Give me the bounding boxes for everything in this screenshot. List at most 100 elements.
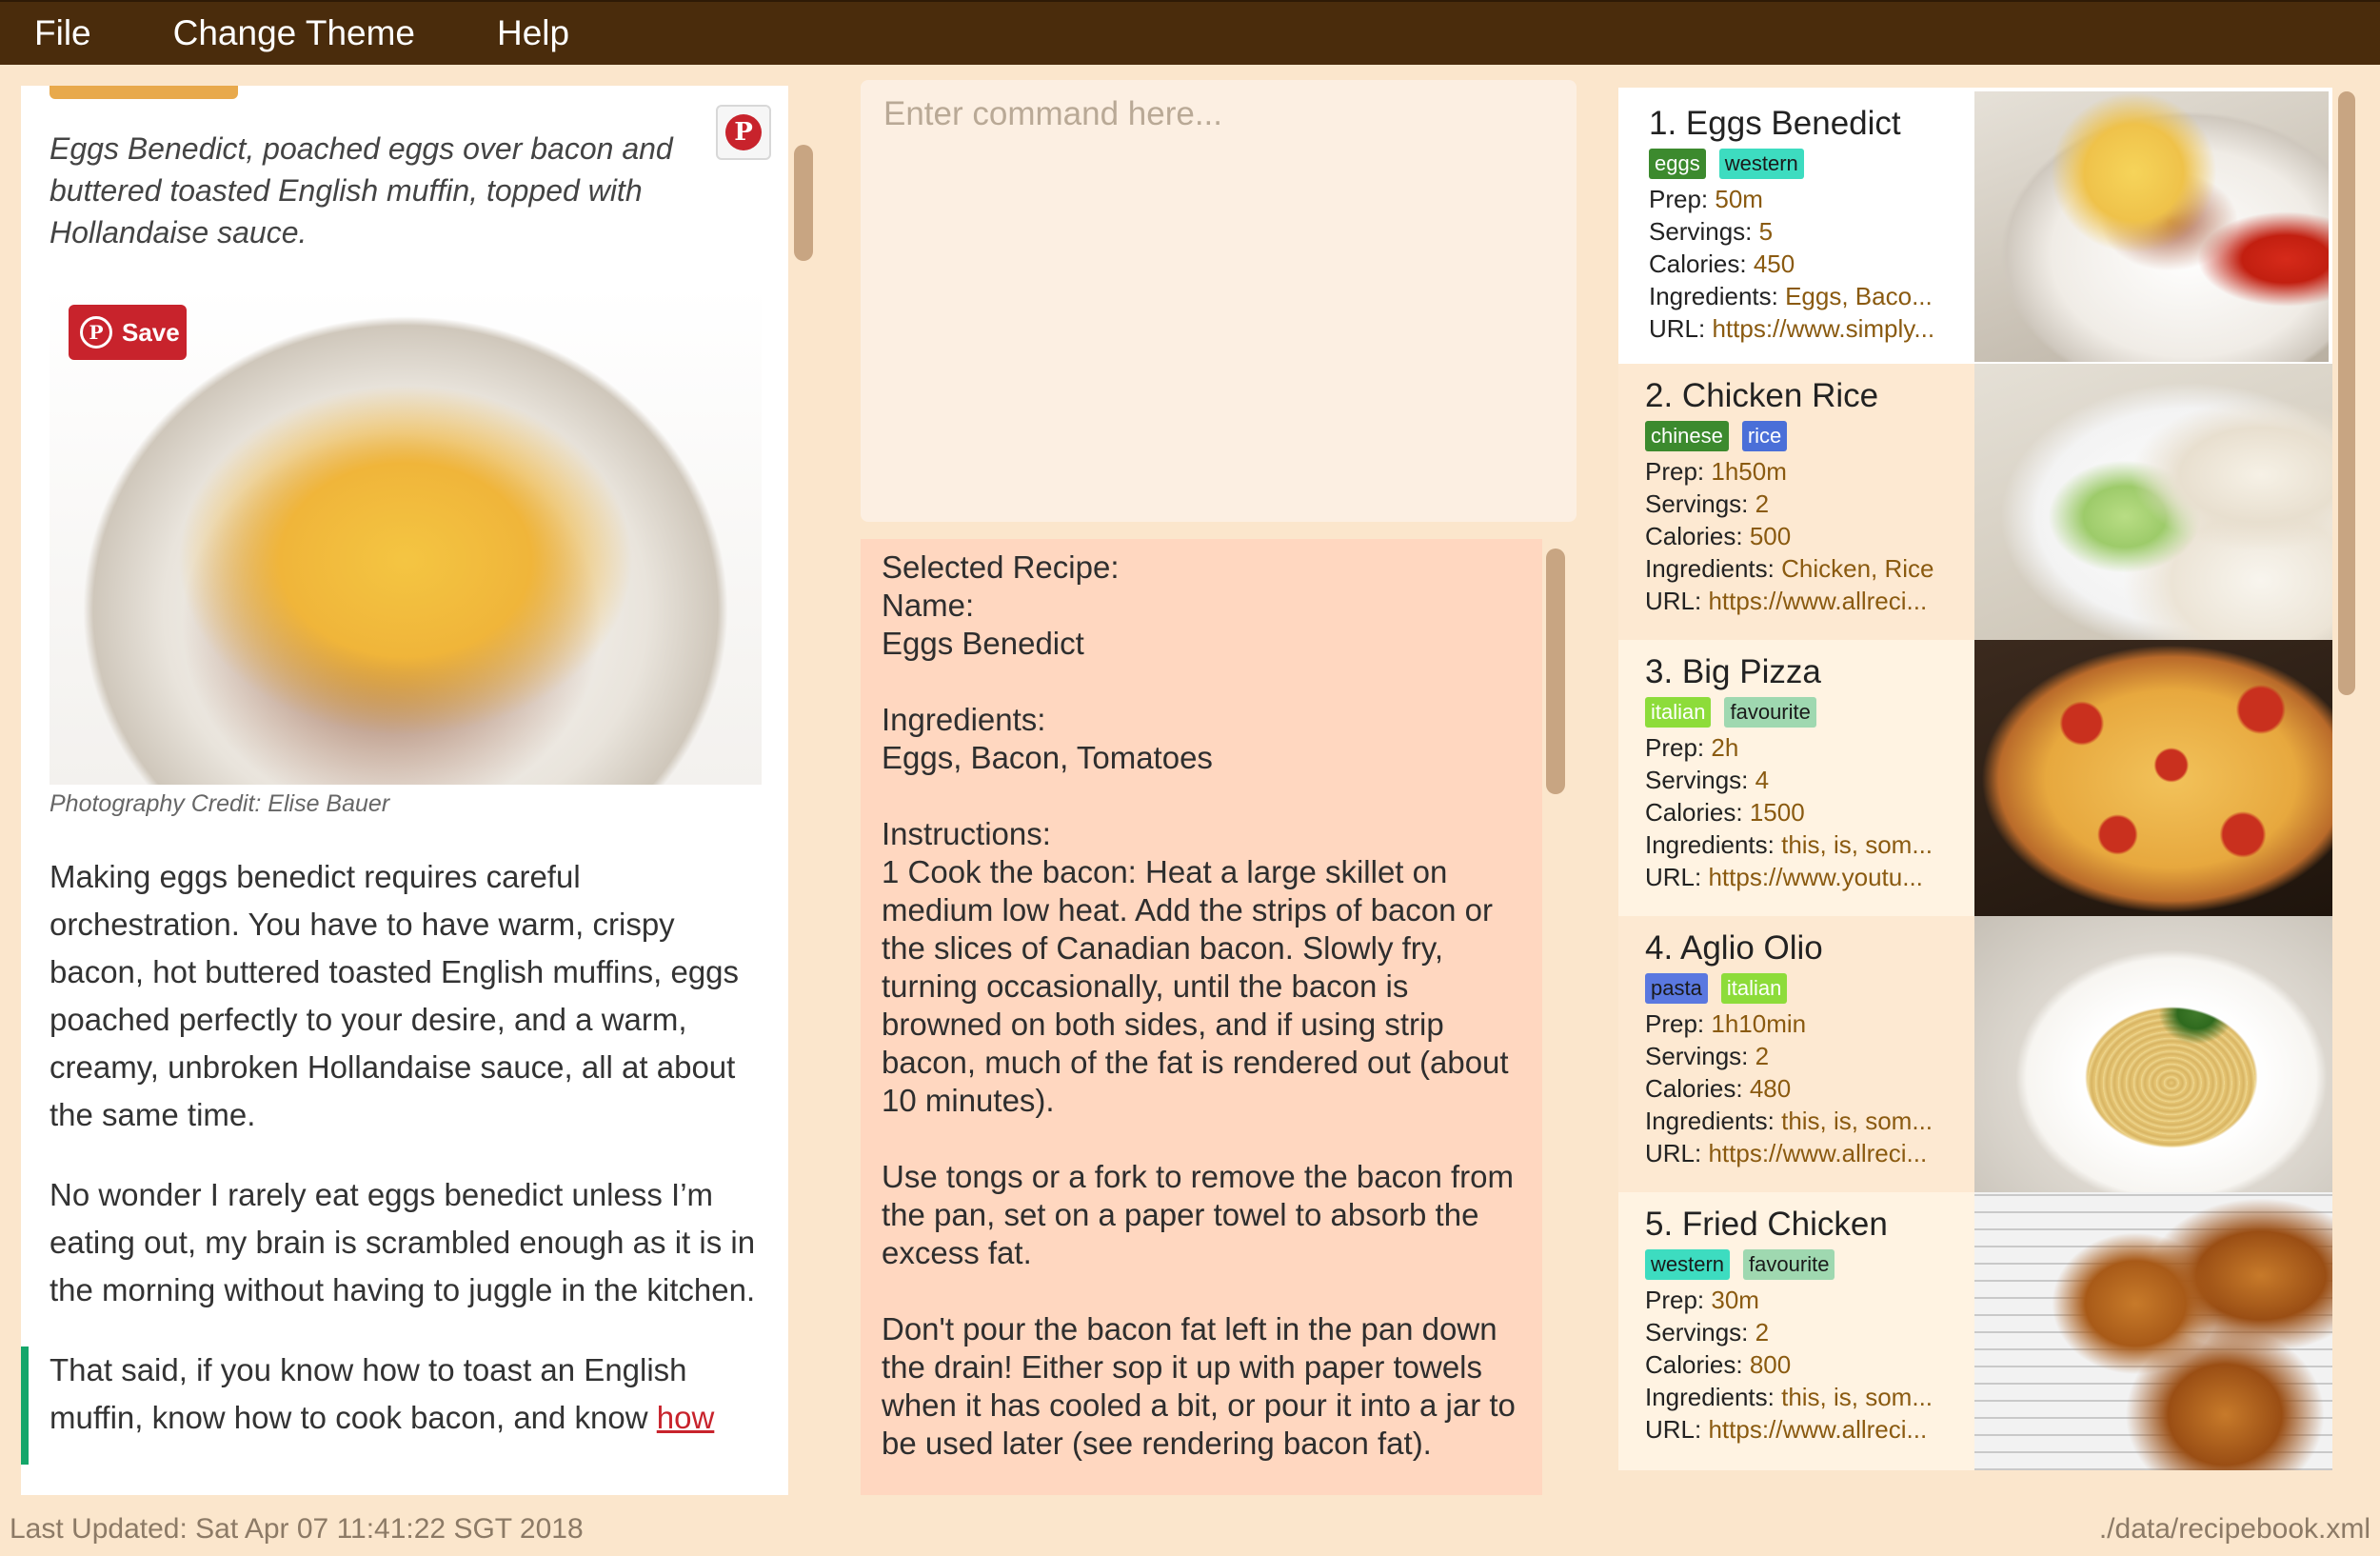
recipe-field-url: URL: https://www.simply... (1649, 312, 1974, 345)
field-label: Ingredients: (1645, 554, 1782, 583)
recipe-field-prep: Prep: 50m (1649, 183, 1974, 215)
recipe-field-url: URL: https://www.allreci... (1645, 1137, 1974, 1169)
recipe-tags: western favourite (1645, 1249, 1974, 1280)
recipe-field-calories: Calories: 800 (1645, 1348, 1974, 1381)
recipe-card[interactable]: 1. Eggs Benedict eggs western Prep: 50m Serv… (1618, 88, 2332, 366)
command-box (861, 80, 1577, 522)
field-value: https://www.youtu... (1708, 863, 1923, 891)
recipe-field-calories: Calories: 500 (1645, 520, 1974, 552)
recipe-tag: chinese (1645, 421, 1729, 451)
recipe-thumbnail (1974, 1192, 2332, 1470)
field-label: Calories: (1645, 1350, 1750, 1379)
field-label: Ingredients: (1645, 1107, 1782, 1135)
recipe-field-ingredients: Ingredients: Chicken, Rice (1645, 552, 1974, 585)
recipe-card[interactable]: 3. Big Pizza italian favourite Prep: 2h Serv… (1618, 640, 2332, 918)
pinterest-button[interactable]: P (716, 105, 771, 160)
menu-help[interactable]: Help (482, 13, 585, 53)
recipe-card[interactable]: 5. Fried Chicken western favourite Prep: 30… (1618, 1192, 2332, 1470)
recipe-title: 4. Aglio Olio (1645, 929, 1823, 967)
plate-rim (1974, 916, 2332, 1194)
field-label: Ingredients: (1645, 830, 1782, 859)
photo-caption: Eggs Benedict, poached eggs over bacon a… (50, 131, 673, 249)
field-label: Ingredients: (1645, 1383, 1782, 1411)
status-bar: Last Updated: Sat Apr 07 11:41:22 SGT 20… (0, 1503, 2380, 1556)
field-value: https://www.allreci... (1708, 1415, 1928, 1444)
recipe-field-servings: Servings: 2 (1645, 1040, 1974, 1072)
field-value: Eggs, Baco... (1785, 282, 1933, 310)
recipe-field-calories: Calories: 450 (1649, 248, 1974, 280)
highlight-bar (21, 1347, 29, 1465)
recipe-tag: eggs (1649, 149, 1706, 179)
pinterest-icon: P (80, 316, 112, 349)
save-label: Save (122, 317, 180, 347)
field-label: Prep: (1645, 1009, 1712, 1038)
field-label: Servings: (1649, 217, 1759, 246)
field-label: URL: (1645, 587, 1709, 615)
recipe-title: 2. Chicken Rice (1645, 377, 1879, 414)
browser-panel[interactable]: P Eggs Benedict, poached eggs over bacon… (21, 86, 788, 1495)
recipe-card[interactable]: 4. Aglio Olio pasta italian Prep: 1h10min Se… (1618, 916, 2332, 1194)
menu-change-theme[interactable]: Change Theme (158, 13, 430, 53)
recipe-field-url: URL: https://www.allreci... (1645, 585, 1974, 617)
field-value: 800 (1749, 1350, 1792, 1379)
detail-scrollbar[interactable] (1546, 549, 1565, 794)
article-paragraph-text: That said, if you know how to toast an E… (50, 1352, 687, 1435)
field-label: URL: (1645, 1139, 1709, 1167)
recipe-thumbnail (1974, 640, 2332, 918)
article-link[interactable]: how (657, 1400, 715, 1435)
recipe-field-url: URL: https://www.allreci... (1645, 1413, 1974, 1446)
field-value: this, is, som... (1781, 1107, 1934, 1135)
recipe-tag: western (1645, 1249, 1731, 1280)
menu-file[interactable]: File (19, 13, 107, 53)
recipe-title: 5. Fried Chicken (1645, 1206, 1888, 1243)
recipe-tag: italian (1720, 973, 1788, 1004)
field-value: 2 (1755, 489, 1770, 518)
recipe-tag: rice (1741, 421, 1788, 451)
recipe-card[interactable]: 2. Chicken Rice chinese rice Prep: 1h50m Ser… (1618, 364, 2332, 642)
recipe-tags: chinese rice (1645, 421, 1974, 451)
article-paragraph: Making eggs benedict requires careful or… (50, 859, 740, 1132)
recipe-field-ingredients: Ingredients: this, is, som... (1645, 1381, 1974, 1413)
command-input[interactable] (861, 80, 1577, 149)
article-body: Making eggs benedict requires careful or… (21, 853, 773, 1474)
field-label: Calories: (1645, 1074, 1750, 1103)
recipe-field-calories: Calories: 480 (1645, 1072, 1974, 1105)
article-paragraph: That said, if you know how to toast an E… (21, 1347, 773, 1465)
recipe-field-prep: Prep: 30m (1645, 1284, 1974, 1316)
field-label: Calories: (1645, 522, 1750, 550)
recipe-field-ingredients: Ingredients: this, is, som... (1645, 1105, 1974, 1137)
pinterest-save-button[interactable]: P Save (69, 305, 187, 360)
field-value: 50m (1715, 185, 1763, 213)
recipe-tags: italian favourite (1645, 697, 1974, 728)
recipe-title: 3. Big Pizza (1645, 653, 1821, 690)
field-value: this, is, som... (1781, 1383, 1934, 1411)
recipe-tag: favourite (1743, 1249, 1835, 1280)
recipe-photo: P Save (50, 286, 762, 785)
recipe-list: 1. Eggs Benedict eggs western Prep: 50m Serv… (1618, 88, 2332, 1495)
field-value: 30m (1711, 1286, 1759, 1314)
menu-bar: File Change Theme Help (0, 0, 2380, 65)
last-updated-status: Last Updated: Sat Apr 07 11:41:22 SGT 20… (10, 1513, 584, 1545)
field-value: 2 (1755, 1042, 1770, 1070)
field-label: Servings: (1645, 1042, 1755, 1070)
recipe-field-ingredients: Ingredients: this, is, som... (1645, 828, 1974, 861)
recipe-list-scrollbar[interactable] (2338, 91, 2355, 695)
field-label: Prep: (1645, 733, 1712, 762)
recipe-field-servings: Servings: 5 (1649, 215, 1974, 248)
site-tag-strip (50, 86, 238, 99)
file-path-status: ./data/recipebook.xml (2098, 1513, 2370, 1545)
field-label: URL: (1645, 1415, 1709, 1444)
recipe-field-servings: Servings: 4 (1645, 764, 1974, 796)
field-value: 480 (1749, 1074, 1792, 1103)
recipe-thumbnail (1974, 916, 2332, 1194)
field-value: 450 (1753, 249, 1795, 278)
pinterest-icon: P (725, 114, 762, 150)
recipe-card-info: 1. Eggs Benedict eggs western Prep: 50m Serv… (1622, 91, 1974, 362)
recipe-title: 1. Eggs Benedict (1649, 105, 1901, 142)
field-label: URL: (1649, 314, 1713, 343)
recipe-field-calories: Calories: 1500 (1645, 796, 1974, 828)
field-value: 2h (1711, 733, 1739, 762)
field-value: 5 (1758, 217, 1774, 246)
field-label: Servings: (1645, 489, 1755, 518)
browser-scrollbar[interactable] (794, 145, 813, 261)
